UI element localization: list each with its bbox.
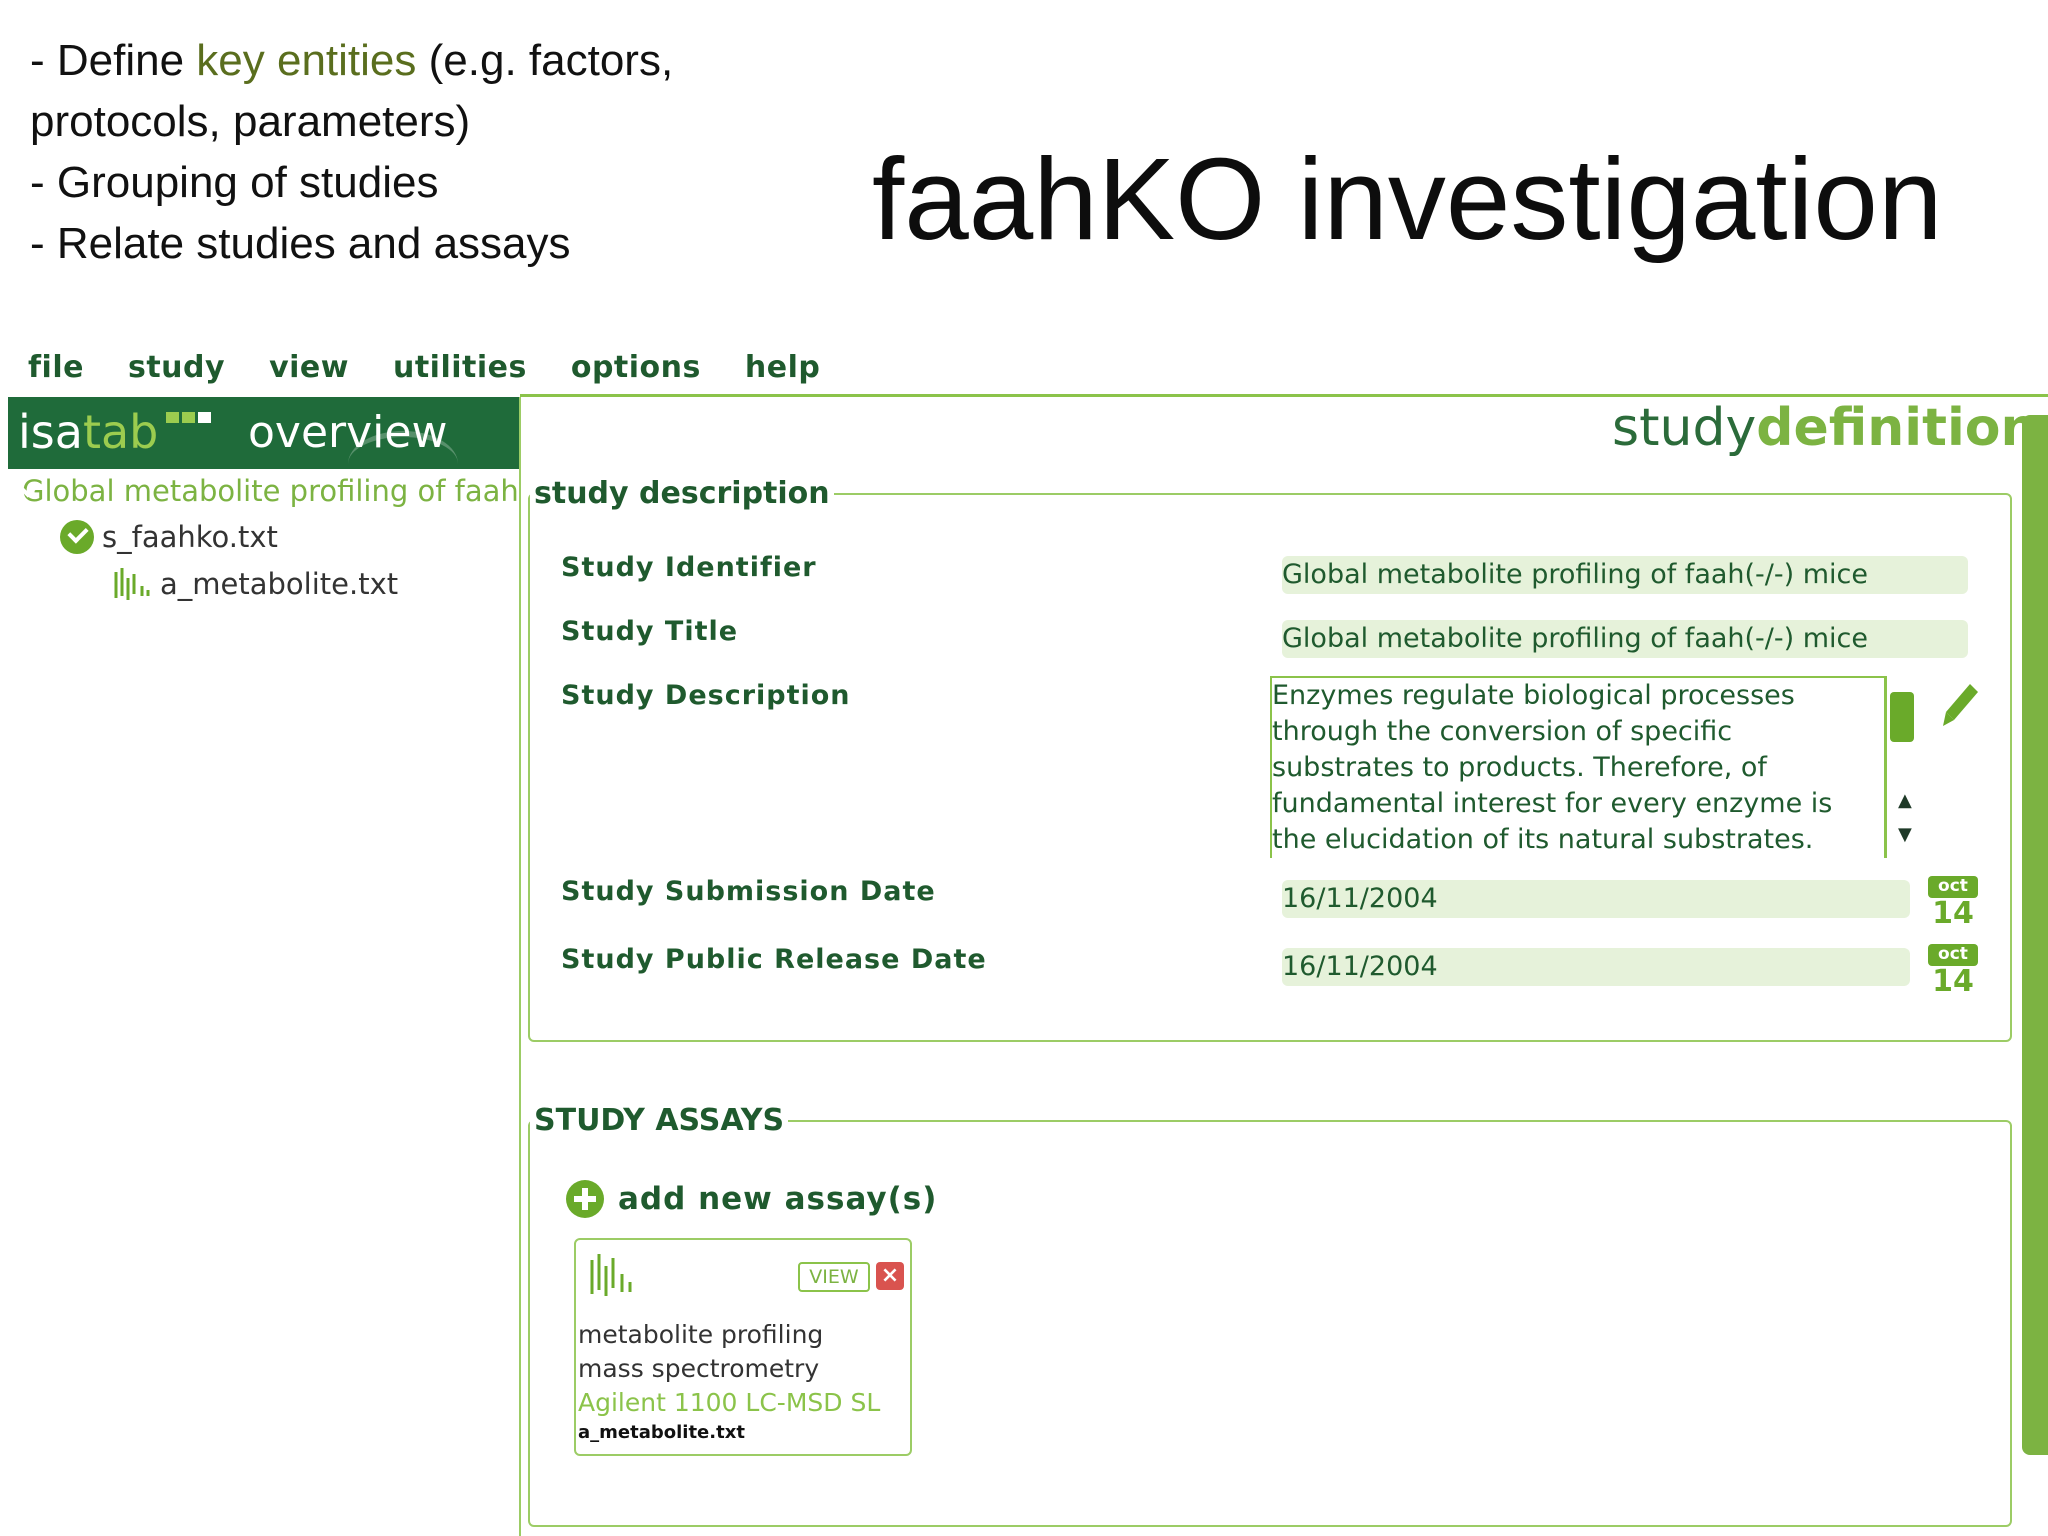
- tree-node-investigation[interactable]: Global metabolite profiling of faah(-/-)…: [12, 474, 518, 508]
- right-scrollbar[interactable]: [2022, 415, 2048, 1455]
- logo-dot: [166, 412, 179, 423]
- tree-node-label: a_metabolite.txt: [160, 567, 399, 601]
- bullet-2: protocols, parameters): [30, 97, 471, 146]
- section-legend: STUDY ASSAYS: [534, 1103, 785, 1138]
- study-title-field[interactable]: Global metabolite profiling of faah(-/-)…: [1282, 620, 1968, 658]
- calendar-day: 14: [1932, 964, 1974, 999]
- spectrum-icon: [590, 1254, 632, 1296]
- tree-node-label: s_faahko.txt: [102, 520, 278, 554]
- isatab-logo: isatab: [18, 405, 159, 459]
- overview-header: isatab overview: [8, 397, 520, 469]
- check-circle-icon: [60, 520, 94, 554]
- assay-file: a_metabolite.txt: [578, 1422, 745, 1443]
- panel-divider: [519, 397, 521, 1536]
- assay-technology: mass spectrometry: [578, 1354, 820, 1383]
- calendar-icon[interactable]: oct 14: [1928, 876, 1978, 931]
- study-description-label: Study Description: [561, 680, 851, 711]
- menu-view[interactable]: view: [269, 350, 349, 394]
- bullet-1: - Define key entities (e.g. factors,: [30, 36, 674, 85]
- slide-title: faahKO investigation: [872, 134, 1943, 264]
- release-date-label: Study Public Release Date: [561, 944, 987, 975]
- assay-measurement: metabolite profiling: [578, 1320, 824, 1349]
- logo-dots-icon: [166, 412, 211, 423]
- tree-node-assay[interactable]: a_metabolite.txt: [112, 566, 398, 602]
- study-title-label: Study Title: [561, 616, 739, 647]
- tree-node-label: Global metabolite profiling of faah(-/-)…: [22, 474, 518, 508]
- key-entities-highlight: key entities: [196, 36, 417, 85]
- section-legend: study description: [534, 476, 830, 511]
- submission-date-label: Study Submission Date: [561, 876, 936, 907]
- menu-utilities[interactable]: utilities: [393, 350, 527, 394]
- menu-options[interactable]: options: [571, 350, 701, 394]
- study-description-textarea[interactable]: Enzymes regulate biological processes th…: [1270, 676, 1887, 858]
- bullet-list: - Define key entities (e.g. factors, pro…: [30, 30, 673, 274]
- calendar-icon[interactable]: oct 14: [1928, 944, 1978, 999]
- menu-study[interactable]: study: [128, 350, 225, 394]
- view-assay-button[interactable]: VIEW: [798, 1262, 870, 1292]
- assay-card: VIEW × metabolite profiling mass spectro…: [574, 1238, 912, 1456]
- menu-file[interactable]: file: [28, 350, 84, 394]
- textarea-scroll-thumb[interactable]: [1890, 692, 1914, 742]
- add-assay-button[interactable]: add new assay(s): [566, 1180, 937, 1218]
- bullet-4: - Relate studies and assays: [30, 219, 571, 268]
- submission-date-field[interactable]: 16/11/2004: [1282, 880, 1910, 918]
- calendar-day: 14: [1932, 896, 1974, 931]
- menu-divider: [520, 394, 2048, 397]
- study-definition-title: studydefinition: [1612, 398, 2038, 458]
- assay-platform: Agilent 1100 LC-MSD SL: [578, 1388, 881, 1417]
- pencil-icon[interactable]: [1940, 682, 1980, 732]
- scroll-up-arrow-icon[interactable]: ▲: [1898, 790, 1912, 811]
- delete-assay-button[interactable]: ×: [876, 1262, 904, 1290]
- logo-dot: [182, 412, 195, 423]
- study-identifier-field[interactable]: Global metabolite profiling of faah(-/-)…: [1282, 556, 1968, 594]
- tree-node-study[interactable]: s_faahko.txt: [60, 520, 278, 554]
- menu-help[interactable]: help: [745, 350, 820, 394]
- scroll-down-arrow-icon[interactable]: ▼: [1898, 824, 1912, 845]
- bullet-3: - Grouping of studies: [30, 158, 439, 207]
- menu-bar: file study view utilities options help: [28, 350, 864, 394]
- release-date-field[interactable]: 16/11/2004: [1282, 948, 1910, 986]
- add-assay-label: add new assay(s): [618, 1181, 938, 1217]
- calendar-month: oct: [1928, 944, 1978, 966]
- calendar-month: oct: [1928, 876, 1978, 898]
- logo-dot: [198, 412, 211, 423]
- spectrum-icon: [114, 568, 150, 600]
- plus-circle-icon: [566, 1180, 604, 1218]
- study-identifier-label: Study Identifier: [561, 552, 817, 583]
